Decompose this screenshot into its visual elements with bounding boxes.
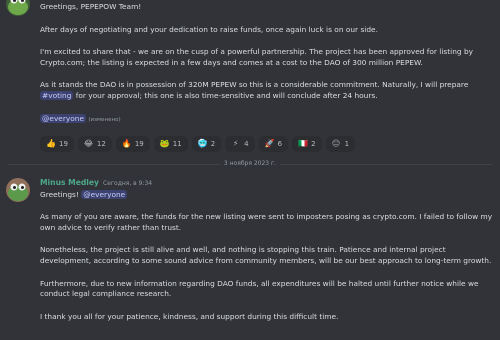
rocket-icon: 🚀 xyxy=(264,139,275,148)
reaction-count: 6 xyxy=(277,139,283,148)
reaction-flag-italy[interactable]: 🇮🇹 2 xyxy=(292,136,322,152)
message-header: Minus Medley Сегодня, в 9:34 xyxy=(40,178,494,190)
flag-italy-icon: 🇮🇹 xyxy=(298,139,309,148)
mention-line: @everyone (изменено) xyxy=(40,113,494,126)
date-divider-label: 3 ноября 2023 г. xyxy=(219,159,281,169)
message-paragraph: After days of negotiating and your dedic… xyxy=(40,24,378,34)
frog-avatar-icon xyxy=(6,0,30,16)
avatar[interactable] xyxy=(6,178,30,202)
reaction-count: 2 xyxy=(210,139,216,148)
reaction-count: 1 xyxy=(344,139,350,148)
greeting-text: Greetings! xyxy=(40,189,79,199)
reaction-rocket[interactable]: 🚀 6 xyxy=(258,136,289,152)
username[interactable]: Minus Medley xyxy=(40,178,99,187)
edited-label: (изменено) xyxy=(88,116,121,123)
reaction-lightning[interactable]: ⚡ 4 xyxy=(225,136,255,152)
greeting-line: Greetings! @everyone xyxy=(40,189,494,201)
frog-icon: 🐸 xyxy=(159,139,170,148)
reaction-laugh[interactable]: 😂 12 xyxy=(77,136,112,152)
cold-face-icon: 🥶 xyxy=(197,139,208,148)
message-paragraph: As it stands the DAO is in possession of… xyxy=(40,80,494,101)
reaction-cold-face[interactable]: 🥶 2 xyxy=(191,136,222,152)
neutral-face-icon: 😐 xyxy=(331,139,341,148)
mention-everyone[interactable]: @everyone xyxy=(40,113,87,123)
reaction-count: 19 xyxy=(134,139,144,148)
reaction-thumbs-up[interactable]: 👍 19 xyxy=(40,136,74,152)
laugh-icon: 😂 xyxy=(83,139,94,148)
reaction-count: 2 xyxy=(311,139,316,148)
message-paragraph: Furthermore, due to new information rega… xyxy=(40,278,479,299)
reaction-count: 19 xyxy=(59,139,68,148)
message-paragraph: Nonetheless, the project is still alive … xyxy=(40,245,492,265)
message-paragraph: I thank you all for your patience, kindn… xyxy=(40,311,339,321)
message-paragraph: As many of you are aware, the funds for … xyxy=(40,212,493,232)
message-paragraph: I'm excited to share that - we are on th… xyxy=(40,47,474,67)
reaction-neutral-face[interactable]: 😐 1 xyxy=(325,136,356,152)
paragraph-text: for your approval; this one is also time… xyxy=(73,90,378,100)
thumbs-up-icon: 👍 xyxy=(46,139,56,148)
message-2-body: Minus Medley Сегодня, в 9:34 Greetings! @… xyxy=(40,178,494,322)
channel-link-voting[interactable]: #voting xyxy=(40,90,74,100)
reaction-count: 4 xyxy=(244,139,249,148)
avatar[interactable] xyxy=(6,0,30,16)
reaction-count: 12 xyxy=(96,139,106,148)
reaction-frog[interactable]: 🐸 11 xyxy=(153,136,188,152)
reaction-bar: 👍 19 😂 12 🔥 19 🐸 11 🥶 2 ⚡ 4 🚀 6 🇮🇹 2 😐 1 xyxy=(40,136,356,152)
frog-avatar-icon xyxy=(6,178,30,202)
message-1-body: Greetings, PEPEPOW Team! After days of n… xyxy=(40,2,494,125)
paragraph-text: As it stands the DAO is in possession of… xyxy=(40,80,469,90)
reaction-count: 11 xyxy=(172,139,182,148)
message-greeting: Greetings, PEPEPOW Team! xyxy=(40,2,142,11)
mention-everyone[interactable]: @everyone xyxy=(81,189,128,199)
lightning-icon: ⚡ xyxy=(232,139,239,148)
timestamp: Сегодня, в 9:34 xyxy=(102,180,153,187)
reaction-fire[interactable]: 🔥 19 xyxy=(115,136,150,152)
fire-icon: 🔥 xyxy=(121,139,132,148)
